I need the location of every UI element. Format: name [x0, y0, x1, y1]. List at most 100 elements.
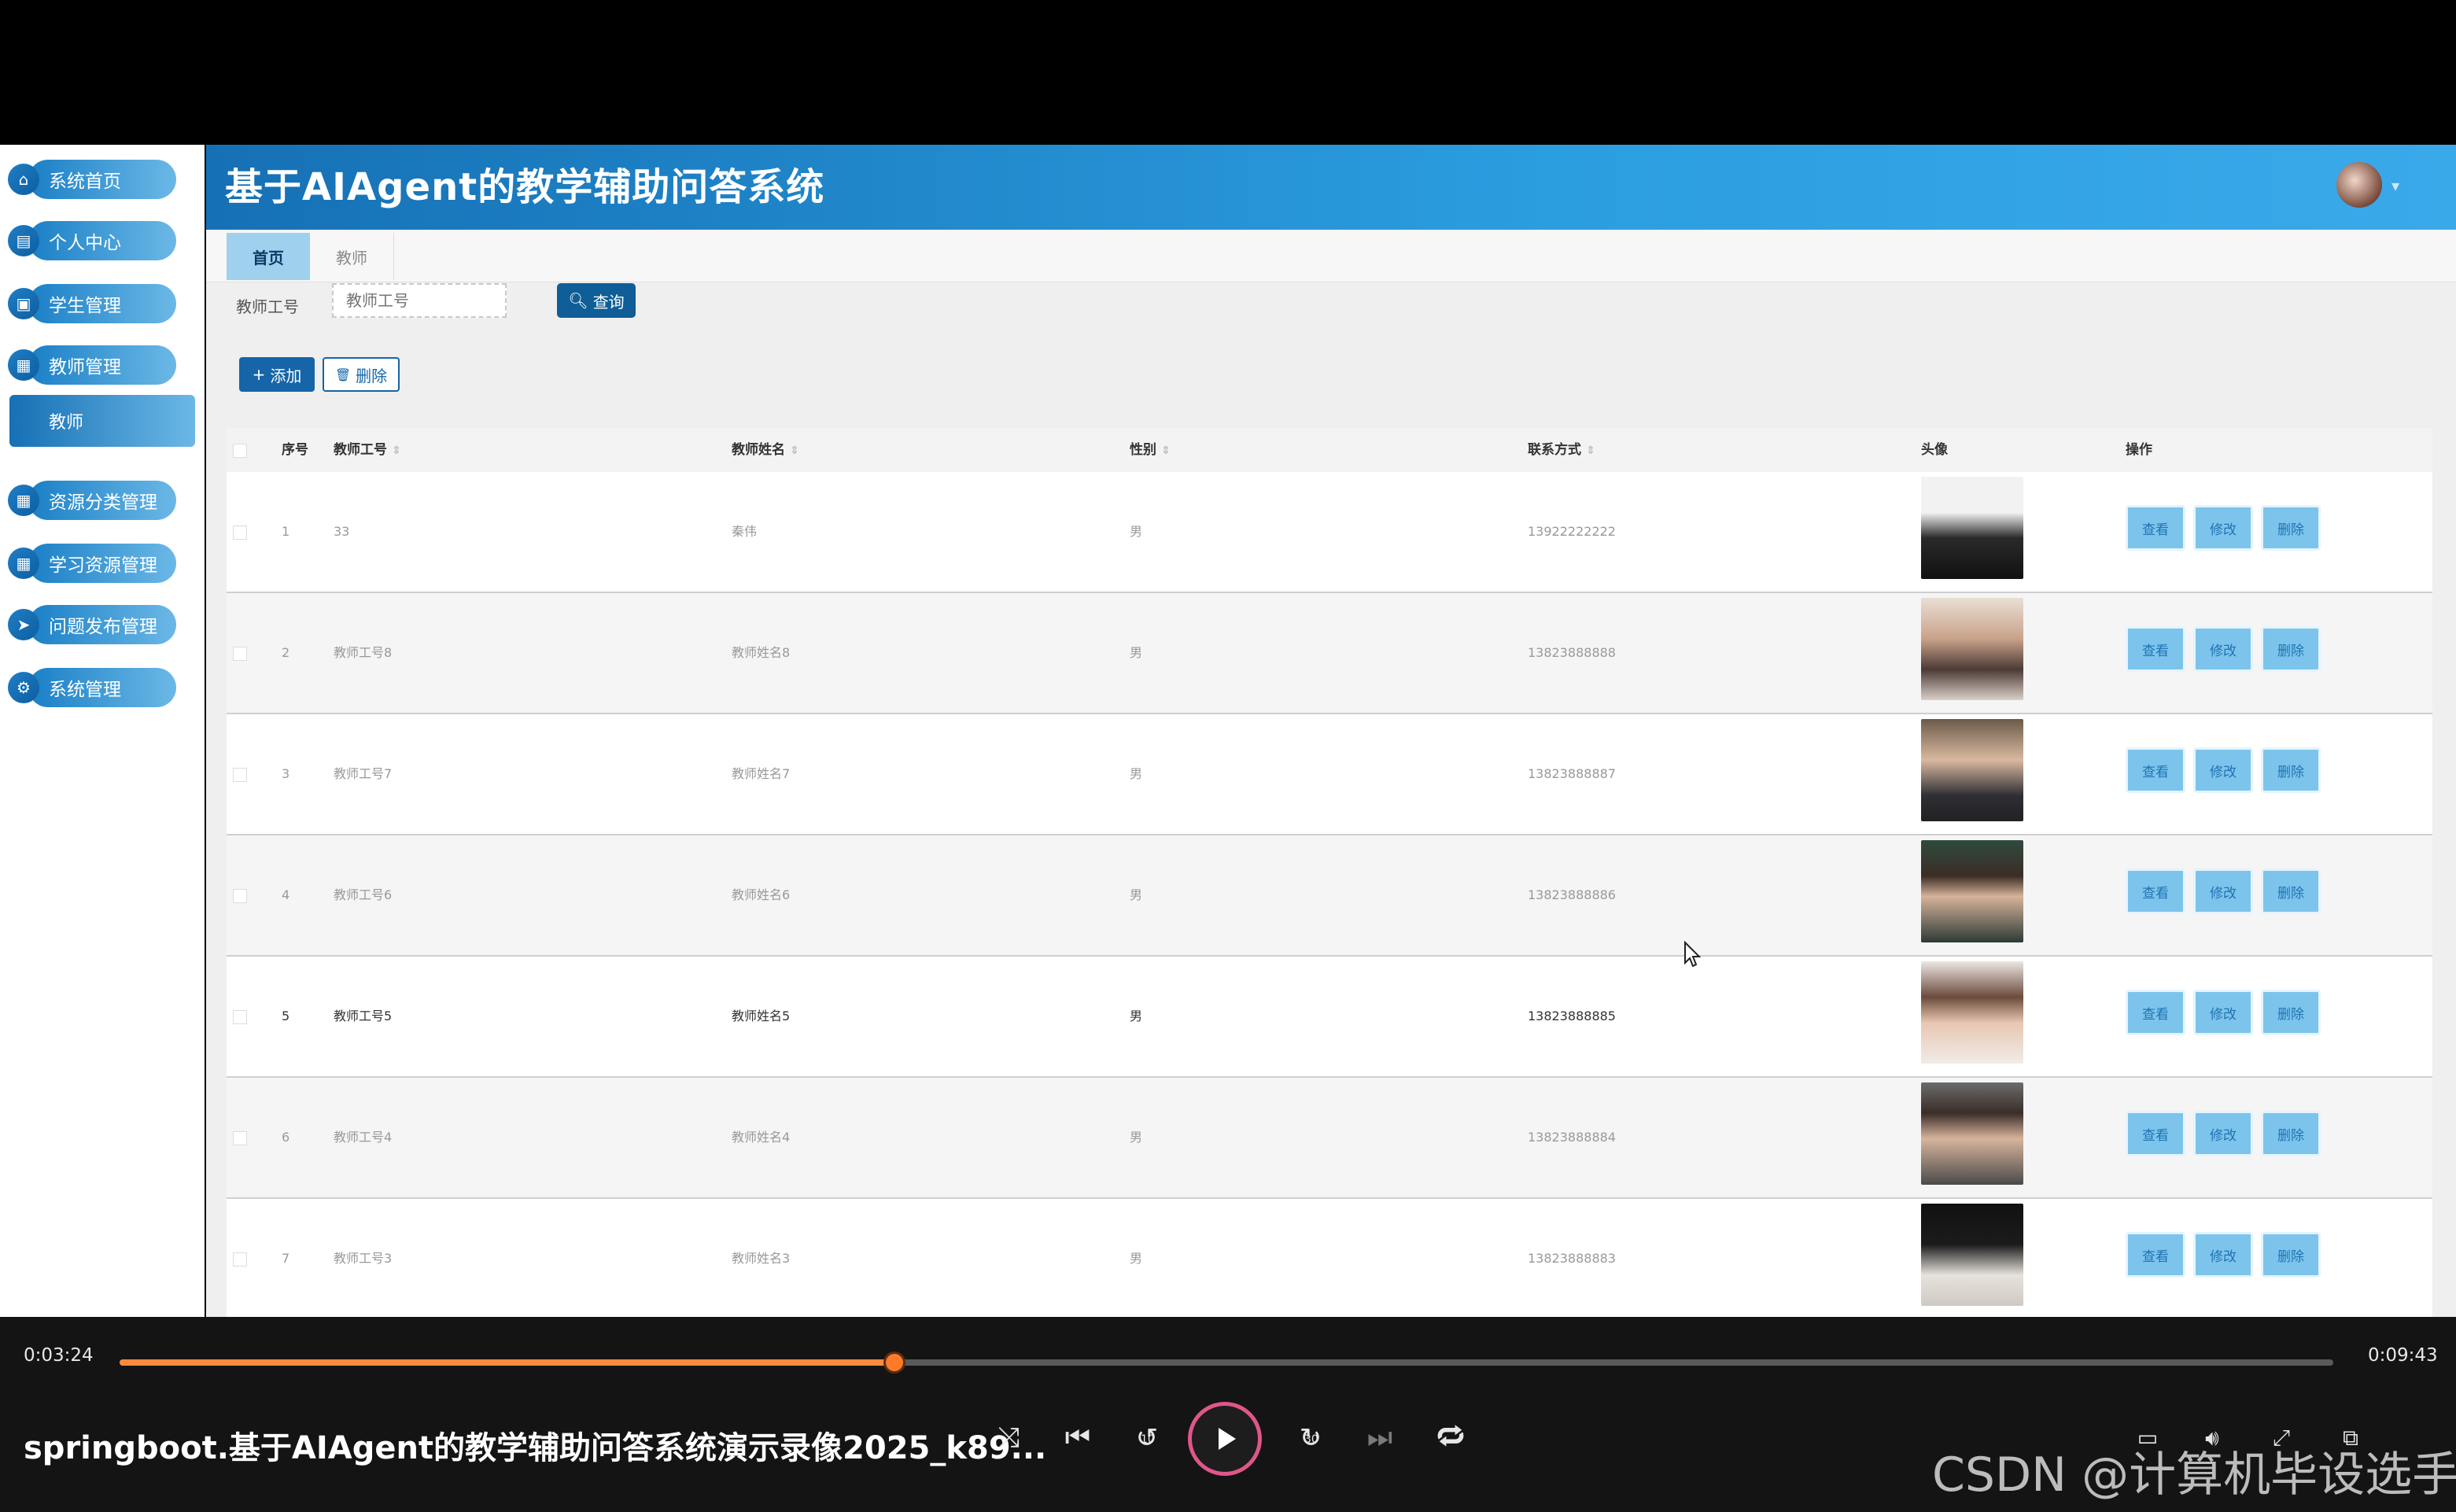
sort-icon[interactable]: ⇕ [790, 444, 799, 457]
sidebar-item-label: 教师管理 [28, 345, 176, 385]
teacher-id-search-input[interactable] [332, 283, 507, 318]
row-checkbox[interactable] [233, 1252, 247, 1267]
row-delete-button[interactable]: 删除 [2261, 868, 2321, 914]
sort-icon[interactable]: ⇕ [1586, 444, 1595, 457]
play-icon [1219, 1428, 1236, 1450]
shuffle-icon[interactable]: ⤨ [985, 1414, 1032, 1462]
edit-button[interactable]: 修改 [2193, 990, 2253, 1035]
table-row[interactable]: 2 教师工号8 教师姓名8 男 13823888888 查看 修改 删除 [227, 593, 2432, 714]
row-checkbox[interactable] [233, 889, 247, 903]
edit-button[interactable]: 修改 [2193, 1232, 2253, 1278]
table-row[interactable]: 5 教师工号5 教师姓名5 男 13823888885 查看 修改 删除 [227, 957, 2432, 1078]
column-header-avatar: 头像 [1921, 442, 1948, 458]
tab-home[interactable]: 首页 [227, 233, 310, 280]
watermark: CSDN @计算机毕设选手 [1932, 1447, 2456, 1503]
cell-teacher-name: 教师姓名4 [732, 1130, 791, 1145]
sidebar-item-profile[interactable]: ▤ 个人中心 [8, 220, 176, 261]
total-time: 0:09:43 [2368, 1345, 2438, 1366]
teacher-avatar-image [1921, 1082, 2023, 1185]
cell-gender: 男 [1130, 887, 1143, 902]
sidebar-item-system[interactable]: ⚙ 系统管理 [8, 667, 176, 708]
progress-track[interactable] [120, 1352, 2333, 1374]
table-row[interactable]: 4 教师工号6 教师姓名6 男 13823888886 查看 修改 删除 [227, 835, 2432, 957]
column-header-teacher-id[interactable]: 教师工号 ⇕ [334, 428, 401, 472]
edit-button[interactable]: 修改 [2193, 1111, 2253, 1156]
play-button[interactable] [1188, 1402, 1262, 1476]
app-title: 基于AIAgent的教学辅助问答系统 [225, 165, 825, 209]
row-checkbox[interactable] [233, 1131, 247, 1145]
user-card-icon: ▤ [8, 225, 39, 256]
query-button[interactable]: 🔍︎ 查询 [557, 283, 636, 318]
row-delete-button[interactable]: 删除 [2261, 990, 2321, 1035]
table-row[interactable]: 7 教师工号3 教师姓名3 男 13823888883 查看 修改 删除 [227, 1199, 2432, 1320]
user-avatar[interactable] [2336, 162, 2382, 208]
teacher-avatar-image [1921, 961, 2023, 1064]
edit-button[interactable]: 修改 [2193, 747, 2253, 793]
teacher-avatar-image [1921, 598, 2023, 700]
sidebar-item-students[interactable]: ▣ 学生管理 [8, 283, 176, 324]
row-delete-button[interactable]: 删除 [2261, 747, 2321, 793]
sort-icon[interactable]: ⇕ [392, 444, 401, 457]
select-all-checkbox[interactable] [233, 444, 247, 458]
chevron-down-icon[interactable]: ▾ [2391, 176, 2399, 195]
column-header-actions: 操作 [2126, 442, 2152, 458]
edit-button[interactable]: 修改 [2193, 505, 2253, 551]
row-checkbox[interactable] [233, 768, 247, 782]
teacher-avatar-image [1921, 1204, 2023, 1306]
sidebar-item-teachers[interactable]: ▦ 教师管理 [8, 345, 176, 385]
row-delete-button[interactable]: 删除 [2261, 1111, 2321, 1156]
repeat-icon[interactable]: 🔁︎ [1427, 1414, 1474, 1462]
sidebar-item-resource-category[interactable]: ▦ 资源分类管理 [8, 480, 176, 521]
row-checkbox[interactable] [233, 1010, 247, 1024]
settings-icon: ⚙ [8, 672, 39, 703]
grid-icon: ▦ [8, 485, 39, 516]
row-delete-button[interactable]: 删除 [2261, 505, 2321, 551]
view-button[interactable]: 查看 [2126, 868, 2185, 914]
row-delete-button[interactable]: 删除 [2261, 626, 2321, 672]
table-row[interactable]: 6 教师工号4 教师姓名4 男 13823888884 查看 修改 删除 [227, 1078, 2432, 1199]
teacher-avatar-image [1921, 840, 2023, 942]
cell-teacher-name: 教师姓名6 [732, 887, 791, 902]
previous-icon[interactable]: ⏮ [1054, 1414, 1101, 1462]
progress-knob[interactable] [883, 1352, 905, 1374]
view-button[interactable]: 查看 [2126, 990, 2185, 1035]
edit-button[interactable]: 修改 [2193, 626, 2253, 672]
view-button[interactable]: 查看 [2126, 505, 2185, 551]
column-header-label: 联系方式 [1528, 442, 1581, 458]
view-button[interactable]: 查看 [2126, 1111, 2185, 1156]
cell-index: 6 [282, 1130, 290, 1145]
cell-teacher-id: 教师工号6 [334, 887, 393, 902]
column-header-teacher-name[interactable]: 教师姓名 ⇕ [732, 428, 799, 472]
delete-button[interactable]: 🗑︎ 删除 [323, 357, 400, 392]
cell-index: 4 [282, 887, 290, 902]
row-checkbox[interactable] [233, 647, 247, 661]
sidebar-item-label: 系统首页 [28, 160, 176, 199]
table-row[interactable]: 1 33 秦伟 男 13922222222 查看 修改 删除 [227, 472, 2432, 593]
next-icon[interactable]: ⏭ [1356, 1414, 1403, 1462]
cell-index: 2 [282, 645, 290, 660]
sidebar-subitem-teacher[interactable]: 教师 [9, 395, 195, 447]
row-checkbox[interactable] [233, 526, 247, 540]
tab-teacher[interactable]: 教师 [310, 233, 394, 280]
column-header-gender[interactable]: 性别 ⇕ [1130, 428, 1171, 472]
view-button[interactable]: 查看 [2126, 626, 2185, 672]
add-button[interactable]: + 添加 [239, 357, 315, 392]
table-row[interactable]: 3 教师工号7 教师姓名7 男 13823888887 查看 修改 删除 [227, 714, 2432, 835]
sidebar-item-label: 学生管理 [28, 284, 176, 323]
teacher-table: 序号 教师工号 ⇕ 教师姓名 ⇕ 性别 ⇕ 联系方式 ⇕ 头像 操作 1 33 秦伟男 139… [227, 428, 2432, 1320]
rewind-10-icon[interactable]: ↺ 10 [1123, 1414, 1171, 1462]
sidebar-item-learning-resources[interactable]: ▦ 学习资源管理 [8, 543, 176, 584]
forward-30-icon[interactable]: ↻ 30 [1287, 1414, 1334, 1462]
row-delete-button[interactable]: 删除 [2261, 1232, 2321, 1278]
cell-teacher-name: 秦伟 [732, 524, 758, 539]
sort-icon[interactable]: ⇕ [1161, 444, 1171, 457]
view-button[interactable]: 查看 [2126, 1232, 2185, 1278]
cell-teacher-name: 教师姓名7 [732, 766, 791, 781]
column-header-contact[interactable]: 联系方式 ⇕ [1528, 428, 1595, 472]
view-button[interactable]: 查看 [2126, 747, 2185, 793]
sidebar-item-questions[interactable]: ➤ 问题发布管理 [8, 604, 176, 645]
tab-bar: 首页 教师 [206, 230, 2456, 282]
sidebar-item-home[interactable]: ⌂ 系统首页 [8, 159, 176, 200]
sidebar-item-label: 个人中心 [28, 221, 176, 260]
edit-button[interactable]: 修改 [2193, 868, 2253, 914]
